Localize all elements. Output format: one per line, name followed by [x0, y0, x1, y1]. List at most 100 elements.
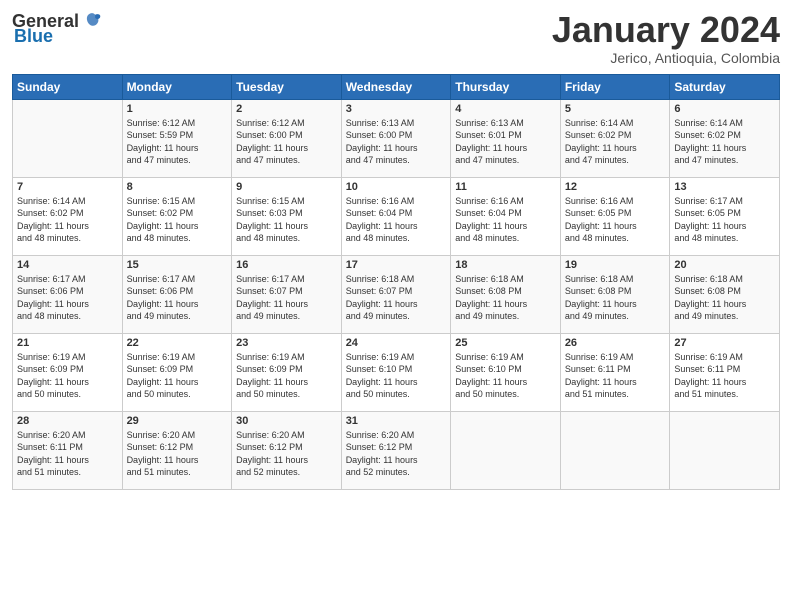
- calendar-cell: 23 Sunrise: 6:19 AMSunset: 6:09 PMDayligh…: [232, 333, 342, 411]
- calendar-cell: 8 Sunrise: 6:15 AMSunset: 6:02 PMDaylight…: [122, 177, 232, 255]
- col-header-sunday: Sunday: [13, 74, 123, 99]
- day-number: 15: [127, 259, 228, 271]
- calendar-cell: 11Sunrise: 6:16 AMSunset: 6:04 PMDayligh…: [451, 177, 561, 255]
- day-info: Sunrise: 6:16 AMSunset: 6:04 PMDaylight:…: [346, 195, 447, 245]
- day-info: Sunrise: 6:13 AMSunset: 6:01 PMDaylight:…: [455, 117, 556, 167]
- day-number: 5: [565, 103, 666, 115]
- calendar-cell: 25 Sunrise: 6:19 AMSunset: 6:10 PMDayligh…: [451, 333, 561, 411]
- day-info: Sunrise: 6:15 AMSunset: 6:02 PMDaylight:…: [127, 195, 228, 245]
- col-header-wednesday: Wednesday: [341, 74, 451, 99]
- calendar-cell: 30 Sunrise: 6:20 AMSunset: 6:12 PMDayligh…: [232, 411, 342, 489]
- day-number: 22: [127, 337, 228, 349]
- col-header-thursday: Thursday: [451, 74, 561, 99]
- day-info: Sunrise: 6:19 AMSunset: 6:10 PMDaylight:…: [455, 351, 556, 401]
- calendar-cell: 4 Sunrise: 6:13 AMSunset: 6:01 PMDaylight…: [451, 99, 561, 177]
- calendar-cell: [670, 411, 780, 489]
- week-row-4: 21 Sunrise: 6:19 AMSunset: 6:09 PMDayligh…: [13, 333, 780, 411]
- day-number: 12: [565, 181, 666, 193]
- day-number: 19: [565, 259, 666, 271]
- col-header-friday: Friday: [560, 74, 670, 99]
- day-info: Sunrise: 6:14 AMSunset: 6:02 PMDaylight:…: [565, 117, 666, 167]
- calendar-cell: 10Sunrise: 6:16 AMSunset: 6:04 PMDayligh…: [341, 177, 451, 255]
- calendar-cell: 15 Sunrise: 6:17 AMSunset: 6:06 PMDayligh…: [122, 255, 232, 333]
- day-info: Sunrise: 6:15 AMSunset: 6:03 PMDaylight:…: [236, 195, 337, 245]
- day-number: 7: [17, 181, 118, 193]
- calendar-cell: 20Sunrise: 6:18 AMSunset: 6:08 PMDayligh…: [670, 255, 780, 333]
- day-number: 16: [236, 259, 337, 271]
- calendar-cell: 22 Sunrise: 6:19 AMSunset: 6:09 PMDayligh…: [122, 333, 232, 411]
- day-info: Sunrise: 6:19 AMSunset: 6:09 PMDaylight:…: [17, 351, 118, 401]
- col-header-saturday: Saturday: [670, 74, 780, 99]
- day-number: 26: [565, 337, 666, 349]
- day-info: Sunrise: 6:12 AMSunset: 5:59 PMDaylight:…: [127, 117, 228, 167]
- day-number: 29: [127, 415, 228, 427]
- calendar-cell: [560, 411, 670, 489]
- day-info: Sunrise: 6:18 AMSunset: 6:08 PMDaylight:…: [565, 273, 666, 323]
- header-row: SundayMondayTuesdayWednesdayThursdayFrid…: [13, 74, 780, 99]
- day-number: 4: [455, 103, 556, 115]
- day-number: 25: [455, 337, 556, 349]
- day-number: 9: [236, 181, 337, 193]
- day-info: Sunrise: 6:20 AMSunset: 6:11 PMDaylight:…: [17, 429, 118, 479]
- day-number: 17: [346, 259, 447, 271]
- calendar-cell: 19 Sunrise: 6:18 AMSunset: 6:08 PMDayligh…: [560, 255, 670, 333]
- calendar-cell: 18Sunrise: 6:18 AMSunset: 6:08 PMDayligh…: [451, 255, 561, 333]
- calendar-cell: 2 Sunrise: 6:12 AMSunset: 6:00 PMDaylight…: [232, 99, 342, 177]
- day-number: 2: [236, 103, 337, 115]
- calendar-table: SundayMondayTuesdayWednesdayThursdayFrid…: [12, 74, 780, 490]
- title-area: January 2024 Jerico, Antioquia, Colombia: [552, 10, 780, 66]
- day-info: Sunrise: 6:19 AMSunset: 6:09 PMDaylight:…: [127, 351, 228, 401]
- header: General Blue January 2024 Jerico, Antioq…: [12, 10, 780, 66]
- calendar-cell: [13, 99, 123, 177]
- calendar-cell: 28 Sunrise: 6:20 AMSunset: 6:11 PMDayligh…: [13, 411, 123, 489]
- day-number: 21: [17, 337, 118, 349]
- day-info: Sunrise: 6:20 AMSunset: 6:12 PMDaylight:…: [346, 429, 447, 479]
- day-number: 14: [17, 259, 118, 271]
- day-number: 18: [455, 259, 556, 271]
- main-container: General Blue January 2024 Jerico, Antioq…: [0, 0, 792, 612]
- week-row-2: 7 Sunrise: 6:14 AMSunset: 6:02 PMDaylight…: [13, 177, 780, 255]
- calendar-cell: 7 Sunrise: 6:14 AMSunset: 6:02 PMDaylight…: [13, 177, 123, 255]
- calendar-cell: 16 Sunrise: 6:17 AMSunset: 6:07 PMDayligh…: [232, 255, 342, 333]
- calendar-cell: 26 Sunrise: 6:19 AMSunset: 6:11 PMDayligh…: [560, 333, 670, 411]
- day-info: Sunrise: 6:14 AMSunset: 6:02 PMDaylight:…: [674, 117, 775, 167]
- day-info: Sunrise: 6:18 AMSunset: 6:07 PMDaylight:…: [346, 273, 447, 323]
- day-info: Sunrise: 6:20 AMSunset: 6:12 PMDaylight:…: [236, 429, 337, 479]
- day-info: Sunrise: 6:14 AMSunset: 6:02 PMDaylight:…: [17, 195, 118, 245]
- logo: General Blue: [12, 10, 103, 47]
- calendar-cell: 9 Sunrise: 6:15 AMSunset: 6:03 PMDaylight…: [232, 177, 342, 255]
- day-info: Sunrise: 6:20 AMSunset: 6:12 PMDaylight:…: [127, 429, 228, 479]
- calendar-cell: 27 Sunrise: 6:19 AMSunset: 6:11 PMDayligh…: [670, 333, 780, 411]
- calendar-cell: 1Sunrise: 6:12 AMSunset: 5:59 PMDaylight…: [122, 99, 232, 177]
- day-number: 8: [127, 181, 228, 193]
- calendar-cell: 5 Sunrise: 6:14 AMSunset: 6:02 PMDaylight…: [560, 99, 670, 177]
- calendar-cell: [451, 411, 561, 489]
- week-row-1: 1Sunrise: 6:12 AMSunset: 5:59 PMDaylight…: [13, 99, 780, 177]
- day-number: 23: [236, 337, 337, 349]
- col-header-monday: Monday: [122, 74, 232, 99]
- day-info: Sunrise: 6:19 AMSunset: 6:09 PMDaylight:…: [236, 351, 337, 401]
- day-info: Sunrise: 6:17 AMSunset: 6:06 PMDaylight:…: [127, 273, 228, 323]
- calendar-cell: 29 Sunrise: 6:20 AMSunset: 6:12 PMDayligh…: [122, 411, 232, 489]
- day-number: 6: [674, 103, 775, 115]
- calendar-cell: 3Sunrise: 6:13 AMSunset: 6:00 PMDaylight…: [341, 99, 451, 177]
- day-info: Sunrise: 6:17 AMSunset: 6:07 PMDaylight:…: [236, 273, 337, 323]
- day-number: 30: [236, 415, 337, 427]
- logo-blue: Blue: [14, 26, 53, 47]
- calendar-cell: 31Sunrise: 6:20 AMSunset: 6:12 PMDayligh…: [341, 411, 451, 489]
- logo-bird-icon: [81, 10, 103, 32]
- day-info: Sunrise: 6:13 AMSunset: 6:00 PMDaylight:…: [346, 117, 447, 167]
- day-info: Sunrise: 6:17 AMSunset: 6:06 PMDaylight:…: [17, 273, 118, 323]
- day-info: Sunrise: 6:12 AMSunset: 6:00 PMDaylight:…: [236, 117, 337, 167]
- location: Jerico, Antioquia, Colombia: [552, 50, 780, 66]
- day-info: Sunrise: 6:19 AMSunset: 6:11 PMDaylight:…: [674, 351, 775, 401]
- day-number: 27: [674, 337, 775, 349]
- day-info: Sunrise: 6:19 AMSunset: 6:11 PMDaylight:…: [565, 351, 666, 401]
- month-title: January 2024: [552, 10, 780, 50]
- day-number: 28: [17, 415, 118, 427]
- day-number: 11: [455, 181, 556, 193]
- day-info: Sunrise: 6:17 AMSunset: 6:05 PMDaylight:…: [674, 195, 775, 245]
- day-info: Sunrise: 6:19 AMSunset: 6:10 PMDaylight:…: [346, 351, 447, 401]
- week-row-5: 28 Sunrise: 6:20 AMSunset: 6:11 PMDayligh…: [13, 411, 780, 489]
- day-number: 13: [674, 181, 775, 193]
